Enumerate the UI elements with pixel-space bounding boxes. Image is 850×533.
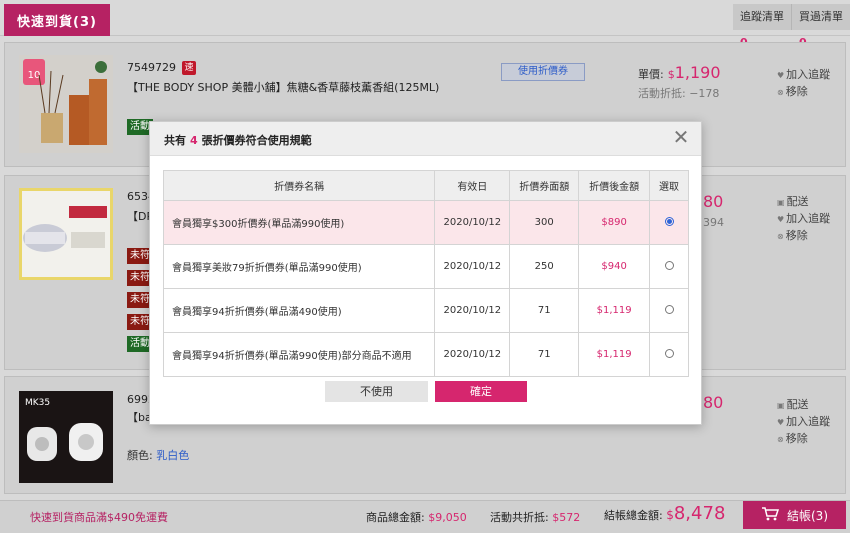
col-after-price: 折價後金額	[578, 170, 651, 201]
quick-badge: 速	[182, 61, 196, 75]
top-bar: 快速到貨(3) 追蹤清單 0 件 買過清單 0 件	[0, 0, 850, 75]
coupon-radio[interactable]	[664, 348, 674, 358]
svg-text:MK35: MK35	[25, 398, 50, 408]
no-coupon-button[interactable]: 不使用	[325, 381, 428, 402]
remove-link[interactable]: 移除	[777, 431, 830, 448]
color-option: 顏色: 乳白色	[127, 449, 190, 462]
activity-discount: 活動折抵: −178	[638, 87, 720, 100]
checkout-button[interactable]: 結帳(3)	[743, 501, 846, 529]
unit-price: 單價: $1,190	[638, 63, 721, 82]
close-icon[interactable]: ✕	[671, 127, 691, 148]
use-coupon-button[interactable]: 使用折價券	[501, 63, 585, 81]
product-image-3[interactable]: MK35	[19, 391, 113, 483]
product-image-2[interactable]	[19, 188, 113, 280]
svg-text:10: 10	[28, 70, 41, 81]
item-actions-2: 配送 加入追蹤 移除	[777, 194, 830, 245]
coupon-modal: 共有 4 張折價券符合使用規範 ✕ 折價券名稱 有效日 折價券面額 折價後金額 選取…	[149, 121, 702, 425]
table-row[interactable]: 會員獨享94折折價券(單品滿490使用) 2020/10/12 71 $1,11…	[162, 288, 689, 333]
coupon-amount: 250	[509, 244, 580, 289]
col-valid-date: 有效日	[434, 170, 511, 201]
product-name-1[interactable]: 【THE BODY SHOP 美體小舖】焦糖&香草藤枝薰香組(125ML)	[127, 79, 439, 95]
coupon-amount: 71	[509, 288, 580, 333]
table-row[interactable]: 會員獨享美妝79折折價券(單品滿990使用) 2020/10/12 250 $9…	[162, 244, 689, 289]
coupon-name: 會員獨享94折折價券(單品滿490使用)	[162, 288, 436, 333]
subprice-partial: 394	[703, 216, 724, 229]
coupon-name: 會員獨享94折折價券(單品滿990使用)部分商品不適用	[162, 332, 436, 377]
item-actions-1: 加入追蹤 移除	[777, 67, 830, 101]
confirm-button[interactable]: 確定	[435, 381, 527, 402]
product-id-1: 7549729 速	[127, 61, 196, 75]
coupon-after: $1,119	[578, 332, 651, 377]
coupon-radio[interactable]	[664, 304, 674, 314]
coupon-after: $940	[578, 244, 651, 289]
coupon-amount: 300	[509, 200, 580, 245]
coupon-table: 折價券名稱 有效日 折價券面額 折價後金額 選取 會員獨享$300折價券(單品滿…	[162, 170, 689, 377]
coupon-name: 會員獨享$300折價券(單品滿990使用)	[162, 200, 436, 245]
add-tracking-link[interactable]: 加入追蹤	[777, 414, 830, 431]
product-image-1[interactable]: 10	[19, 55, 113, 153]
viewed-list-link[interactable]: 買過清單 0 件	[791, 4, 850, 75]
col-face-value: 折價券面額	[509, 170, 580, 201]
grand-total: 結帳總金額: $8,478	[604, 503, 726, 524]
coupon-name: 會員獨享美妝79折折價券(單品滿990使用)	[162, 244, 436, 289]
delivery-link[interactable]: 配送	[777, 194, 830, 211]
modal-title: 共有 4 張折價券符合使用規範	[164, 134, 312, 147]
free-shipping-note: 快速到貨商品滿$490免運費	[30, 511, 168, 524]
coupon-date: 2020/10/12	[434, 288, 511, 333]
price-partial: 80	[703, 192, 724, 211]
list-links: 追蹤清單 0 件 買過清單 0 件	[733, 4, 850, 75]
remove-link[interactable]: 移除	[777, 228, 830, 245]
coupon-amount: 71	[509, 332, 580, 377]
modal-header: 共有 4 張折價券符合使用規範 ✕	[150, 122, 701, 156]
coupon-after: $1,119	[578, 288, 651, 333]
coupon-date: 2020/10/12	[434, 244, 511, 289]
table-row[interactable]: 會員獨享$300折價券(單品滿990使用) 2020/10/12 300 $89…	[162, 200, 689, 245]
cart-footer: 快速到貨商品滿$490免運費 商品總金額: $9,050 活動共折抵: $572…	[0, 500, 850, 533]
col-select: 選取	[649, 170, 689, 201]
coupon-after: $890	[578, 200, 651, 245]
table-row[interactable]: 會員獨享94折折價券(單品滿990使用)部分商品不適用 2020/10/12 7…	[162, 332, 689, 377]
tab-express-delivery[interactable]: 快速到貨(3)	[4, 4, 110, 36]
remove-link[interactable]: 移除	[777, 84, 830, 101]
discount-total: 活動共折抵: $572	[490, 511, 581, 524]
tracking-list-link[interactable]: 追蹤清單 0 件	[733, 4, 791, 75]
add-tracking-link[interactable]: 加入追蹤	[777, 211, 830, 228]
add-tracking-link[interactable]: 加入追蹤	[777, 67, 830, 84]
coupon-radio[interactable]	[664, 260, 674, 270]
total-amount: 商品總金額: $9,050	[366, 511, 467, 524]
cart-icon	[761, 506, 780, 524]
delivery-link[interactable]: 配送	[777, 397, 830, 414]
price-partial: 80	[703, 393, 724, 412]
coupon-date: 2020/10/12	[434, 332, 511, 377]
item-actions-3: 配送 加入追蹤 移除	[777, 397, 830, 448]
col-coupon-name: 折價券名稱	[162, 170, 436, 201]
coupon-date: 2020/10/12	[434, 200, 511, 245]
coupon-radio-selected[interactable]	[664, 216, 674, 226]
